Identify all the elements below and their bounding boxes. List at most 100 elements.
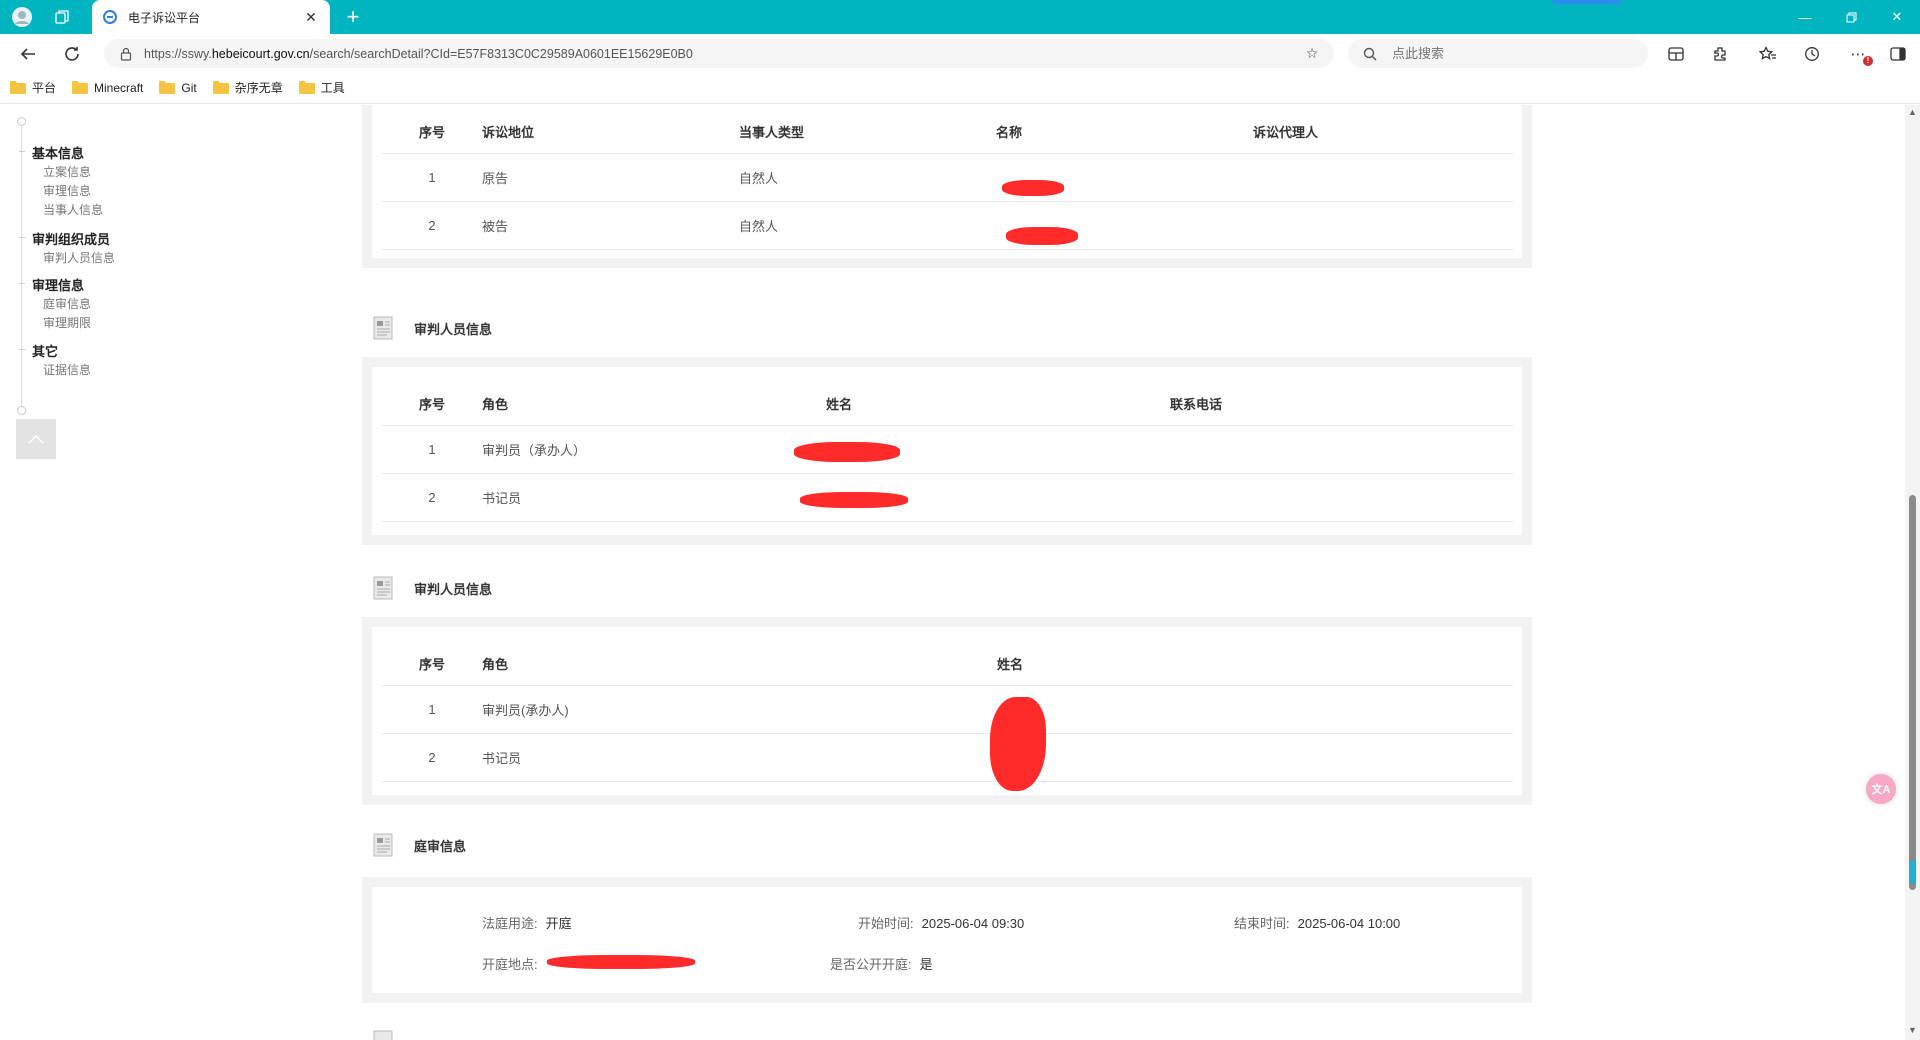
bookmark-folder[interactable]: 杂序无章	[212, 79, 283, 96]
favorites-icon[interactable]	[1756, 42, 1780, 66]
redaction-mark	[1002, 180, 1064, 196]
search-icon	[1362, 46, 1378, 62]
nav-tick	[19, 237, 25, 238]
document-icon	[372, 316, 394, 340]
url-path: /search/searchDetail?CId=E57F8313C0C2958…	[309, 46, 693, 61]
url-domain: hebeicourt.gov.cn	[211, 46, 310, 61]
nav-item-term[interactable]: 审理期限	[43, 314, 91, 331]
nav-item-evidence[interactable]: 证据信息	[43, 361, 91, 378]
document-icon	[372, 1030, 394, 1040]
section-header: 审判人员信息	[372, 313, 492, 343]
nav-group-basic[interactable]: 基本信息	[32, 143, 84, 162]
search-box[interactable]	[1348, 39, 1648, 68]
search-input[interactable]	[1392, 46, 1634, 61]
col-header: 诉讼地位	[482, 105, 739, 154]
bookmark-folder[interactable]: Git	[159, 81, 197, 95]
table-row: 1 审判员（承办人）	[382, 425, 1513, 474]
bookmark-folder[interactable]: Minecraft	[72, 81, 143, 95]
bookmark-label: 杂序无章	[234, 81, 283, 95]
nav-item-parties[interactable]: 当事人信息	[43, 201, 103, 218]
section-header: 庭审信息	[372, 830, 466, 860]
folder-icon	[10, 81, 26, 94]
back-to-top-button[interactable]	[16, 419, 56, 459]
translate-icon[interactable]: 文A	[1866, 774, 1896, 804]
close-window-button[interactable]: ✕	[1874, 0, 1920, 34]
redaction-mark	[547, 955, 695, 969]
lock-icon[interactable]	[118, 46, 134, 62]
more-menu-icon[interactable]: ⋯!	[1846, 42, 1873, 66]
redaction-mark	[800, 492, 908, 508]
nav-tick	[19, 151, 25, 152]
party-status: 原告	[482, 153, 739, 202]
scrollbar-thumb[interactable]	[1909, 495, 1916, 890]
col-header: 序号	[382, 637, 482, 686]
hearing-location: 开庭地点:	[482, 954, 538, 973]
judge-phone	[1170, 473, 1513, 522]
table-row: 1 原告 自然人	[382, 153, 1513, 202]
judge-role: 审判员(承办人)	[482, 685, 997, 734]
tab-close-icon[interactable]: ✕	[302, 8, 320, 26]
refresh-button[interactable]	[58, 40, 86, 68]
row-index: 1	[382, 425, 482, 474]
nav-item-court-session[interactable]: 庭审信息	[43, 295, 91, 312]
sidebar-toggle-icon[interactable]	[1886, 42, 1910, 66]
navigation-toolbar: https://sswy.hebeicourt.gov.cn/search/se…	[0, 34, 1920, 72]
profile-avatar[interactable]	[10, 5, 34, 29]
bookmark-folder[interactable]: 工具	[298, 79, 345, 96]
col-header: 姓名	[997, 637, 1513, 686]
col-header: 联系电话	[1170, 377, 1513, 426]
restore-button[interactable]	[1828, 0, 1874, 34]
page-viewport: 基本信息 立案信息 审理信息 当事人信息 审判组织成员 审判人员信息 审理信息 …	[0, 105, 1905, 1040]
favorite-star-icon[interactable]: ☆	[1302, 44, 1322, 64]
scroll-down-icon[interactable]: ▼	[1907, 1025, 1918, 1036]
back-button[interactable]	[14, 40, 42, 68]
bookmark-folder[interactable]: 平台	[10, 79, 56, 96]
notification-badge-icon: !	[1863, 56, 1873, 66]
redaction-mark	[990, 697, 1046, 791]
col-header: 诉讼代理人	[1253, 105, 1513, 154]
party-agent	[1253, 201, 1513, 250]
hearing-start: 开始时间: 2025-06-04 09:30	[858, 913, 1024, 932]
section-title: 审判人员信息	[414, 321, 493, 337]
address-bar[interactable]: https://sswy.hebeicourt.gov.cn/search/se…	[104, 39, 1334, 68]
nav-item-judges[interactable]: 审判人员信息	[43, 249, 115, 266]
row-index: 2	[382, 733, 482, 782]
bookmarks-bar: 平台 Minecraft Git 杂序无章 工具	[0, 72, 1920, 104]
hearing-purpose-value: 开庭	[545, 916, 572, 931]
table-row: 2 书记员	[382, 733, 1513, 782]
nav-tick	[19, 283, 25, 284]
judges-panel-b: 序号 角色 姓名 1 审判员(承办人) 2 书记员	[362, 617, 1532, 805]
hearing-public-label: 是否公开开庭:	[830, 957, 912, 972]
nav-start-dot	[17, 117, 26, 126]
folder-icon	[298, 81, 315, 94]
row-index: 2	[382, 473, 482, 522]
nav-tick	[19, 349, 25, 350]
page-scrollbar[interactable]: ▲ ▼	[1905, 105, 1920, 1040]
history-icon[interactable]	[1800, 42, 1824, 66]
row-index: 1	[382, 153, 482, 202]
parties-table: 序号 诉讼地位 当事人类型 名称 诉讼代理人 1 原告 自然人 2 被告 自然人	[382, 105, 1513, 250]
hearing-public-value: 是	[919, 957, 933, 972]
section-header-next	[372, 1027, 414, 1040]
nav-item-trial[interactable]: 审理信息	[43, 182, 91, 199]
folder-icon	[212, 81, 229, 94]
tab-title: 电子诉讼平台	[128, 10, 201, 25]
judge-role: 书记员	[482, 473, 826, 522]
col-header: 名称	[996, 105, 1253, 154]
scroll-up-icon[interactable]: ▲	[1907, 107, 1918, 118]
workspaces-icon[interactable]	[50, 5, 74, 29]
nav-group-hearing[interactable]: 审理信息	[32, 275, 84, 294]
active-tab[interactable]: 电子诉讼平台 ✕	[92, 0, 330, 34]
party-type: 自然人	[739, 201, 996, 250]
site-favicon-icon	[102, 9, 118, 25]
split-screen-icon[interactable]	[1664, 42, 1688, 66]
nav-group-tribunal[interactable]: 审判组织成员	[32, 229, 110, 248]
new-tab-button[interactable]: +	[340, 4, 366, 30]
hearing-end: 结束时间: 2025-06-04 10:00	[1234, 913, 1400, 932]
url-prefix: https://sswy.	[144, 46, 212, 61]
extensions-icon[interactable]	[1708, 42, 1732, 66]
minimize-button[interactable]: —	[1782, 0, 1828, 34]
nav-item-filing[interactable]: 立案信息	[43, 163, 91, 180]
bookmark-label: 工具	[320, 81, 345, 95]
nav-group-other[interactable]: 其它	[32, 341, 58, 360]
